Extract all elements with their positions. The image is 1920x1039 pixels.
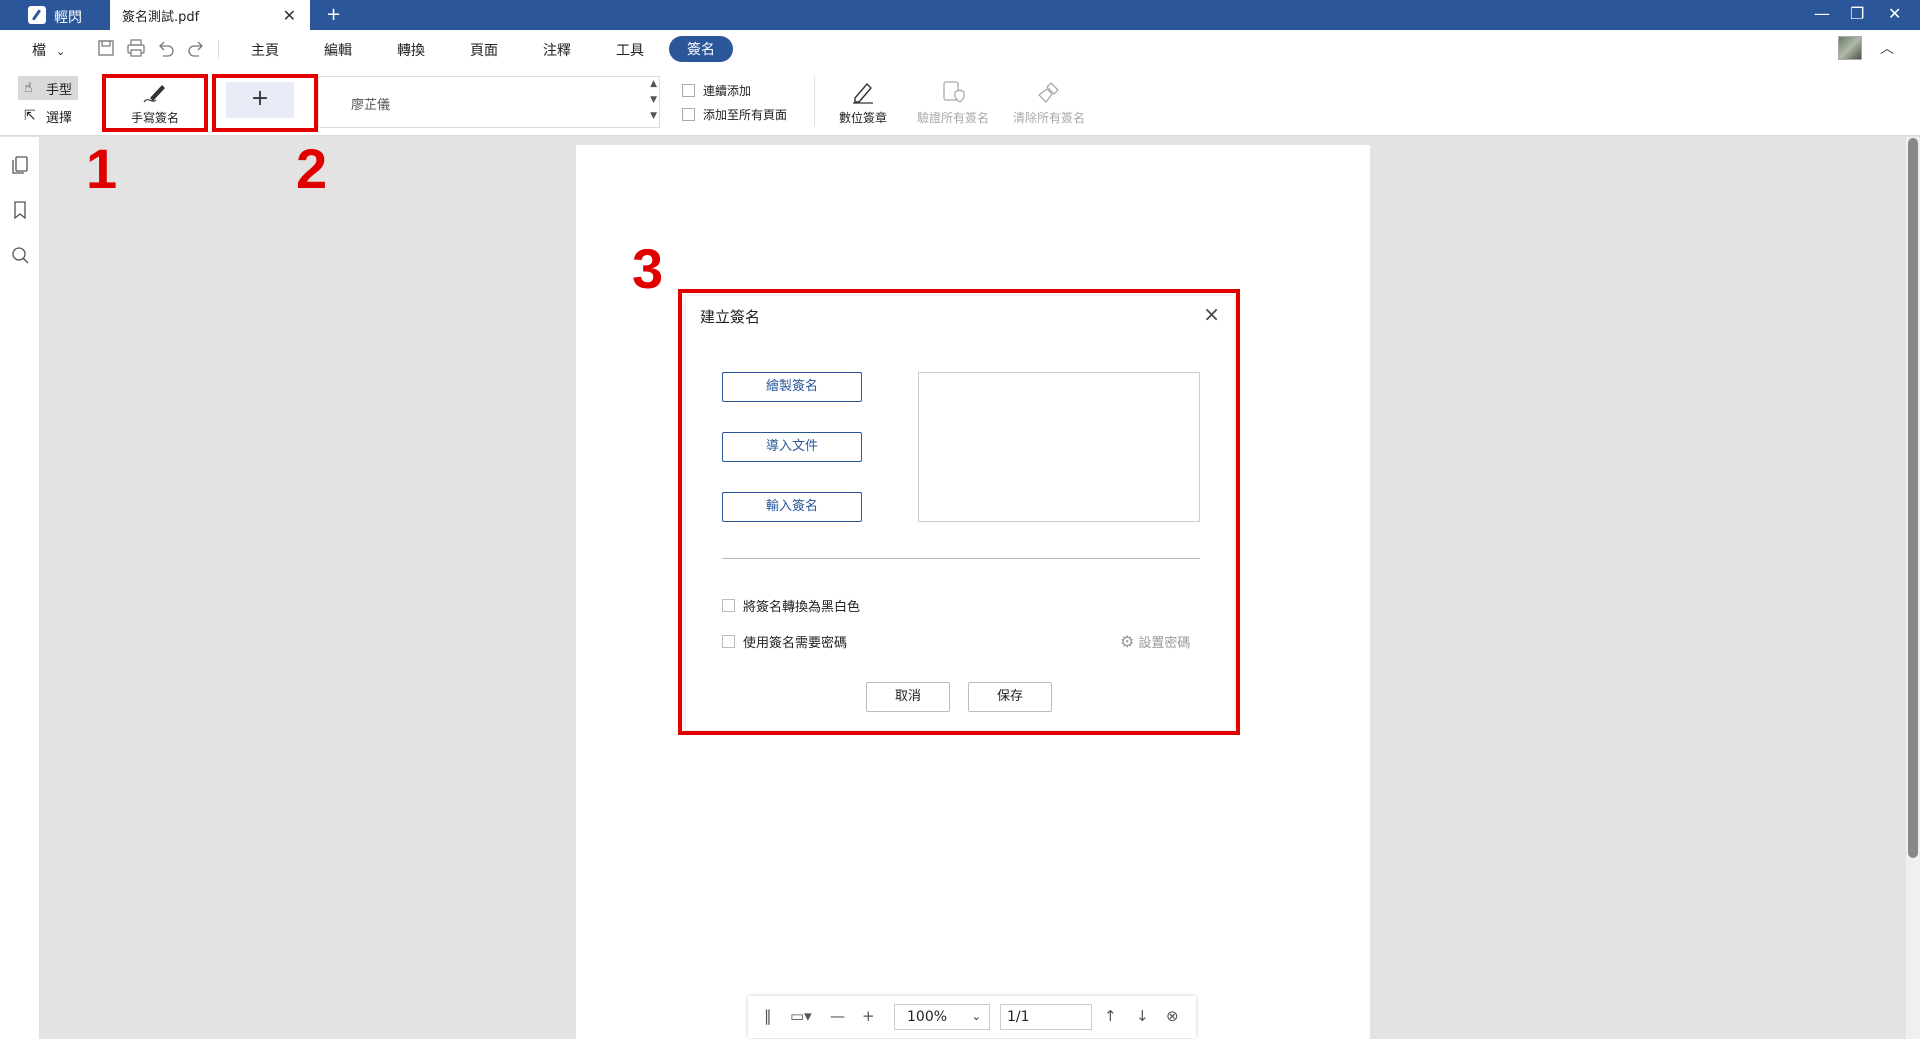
menu-separator [218,40,219,58]
close-window-button[interactable]: ✕ [1888,4,1901,23]
zoom-out-icon[interactable]: — [830,1007,845,1025]
title-bar: 輕閃 簽名測試.pdf ✕ + — ❐ ✕ [0,0,1920,30]
pencil-icon [853,82,873,104]
verify-all-signatures-label: 驗證所有簽名 [916,111,989,125]
minimize-button[interactable]: — [1814,4,1830,23]
annotation-number-2: 2 [296,137,328,200]
previous-page-icon[interactable]: ↑ [1104,1007,1117,1025]
expand-list-icon[interactable]: ▼ [650,111,657,121]
verify-shield-icon [943,81,965,103]
undo-icon[interactable] [156,38,176,58]
digital-stamp-label: 數位簽章 [838,111,887,125]
next-page-icon[interactable]: ↓ [1136,1007,1149,1025]
page-view-icon[interactable]: ▭▾ [790,1007,812,1025]
menu-comment[interactable]: 注釋 [543,40,571,60]
continuous-add-checkbox[interactable]: 連續添加 [682,82,751,99]
app-tab[interactable]: 輕閃 [0,0,110,30]
file-menu[interactable]: 檔 ⌄ [32,40,65,60]
saved-signature-list[interactable]: 廖芷儀 ▲ ▼ ▼ [318,76,660,128]
digital-stamp-button[interactable]: 數位簽章 [818,78,908,132]
menu-convert[interactable]: 轉換 [397,40,425,60]
search-icon[interactable] [10,245,30,265]
bottom-toolbar: ‖ ▭▾ — + 100% ⌄ 1/1 ↑ ↓ ⊗ [748,996,1196,1038]
hand-mode-button[interactable]: ☝ 手型 [18,76,79,100]
restore-button[interactable]: ❐ [1850,4,1864,23]
scroll-down-icon[interactable]: ▼ [650,95,657,105]
annotation-box-3 [678,289,1240,735]
avatar[interactable] [1838,36,1862,60]
checkbox-box[interactable] [682,108,695,121]
annotation-box-2 [212,74,318,132]
scrollbar-thumb[interactable] [1908,138,1918,858]
app-name: 輕閃 [54,10,82,26]
close-tab-icon[interactable]: ✕ [283,6,296,25]
menu-page[interactable]: 頁面 [470,40,498,60]
verify-all-signatures-button[interactable]: 驗證所有簽名 [908,78,998,132]
chevron-down-icon: ⌄ [56,45,66,58]
cursor-icon: ⇱ [24,108,36,124]
new-tab-button[interactable]: + [326,4,341,25]
select-mode-button[interactable]: ⇱ 選擇 [18,104,78,128]
scroll-up-icon[interactable]: ▲ [650,79,657,89]
chevron-down-icon: ⌄ [971,1010,981,1023]
two-page-view-icon[interactable]: ‖ [764,1007,772,1025]
document-tab[interactable]: 簽名測試.pdf ✕ [110,0,310,30]
saved-signature-item[interactable]: 廖芷儀 [351,94,390,113]
document-tab-label: 簽名測試.pdf [122,9,200,25]
annotation-number-1: 1 [86,137,118,200]
annotation-box-1 [102,74,208,132]
select-mode-label: 選擇 [46,110,73,126]
menu-sign[interactable]: 簽名 [669,36,733,62]
left-sidebar [0,137,40,1039]
menu-edit[interactable]: 編輯 [324,40,352,60]
annotation-number-3: 3 [632,237,664,300]
menu-home[interactable]: 主頁 [251,40,279,60]
add-to-all-pages-checkbox[interactable]: 添加至所有頁面 [682,106,787,123]
bookmark-icon[interactable] [10,200,30,220]
hand-icon: ☝ [24,80,33,96]
page-number-input[interactable]: 1/1 [1000,1004,1092,1030]
print-icon[interactable] [126,38,146,58]
app-logo-icon [28,6,46,24]
menu-tools[interactable]: 工具 [616,40,644,60]
chevron-up-icon[interactable]: ︿ [1880,38,1894,58]
zoom-select[interactable]: 100% ⌄ [894,1004,990,1030]
add-to-all-pages-label: 添加至所有頁面 [703,108,788,122]
save-icon[interactable] [96,38,116,58]
file-menu-label: 檔 [32,43,46,59]
redo-icon[interactable] [186,38,206,58]
clear-all-signatures-label: 清除所有簽名 [1012,111,1085,125]
close-toolbar-icon[interactable]: ⊗ [1166,1007,1179,1025]
clear-all-signatures-button[interactable]: 清除所有簽名 [1004,78,1094,132]
menu-bar: 檔 ⌄ 主頁 編輯 轉換 頁面 注釋 工具 簽名 ︿ [0,30,1920,68]
continuous-add-label: 連續添加 [703,84,752,98]
ribbon-separator [814,76,815,126]
thumbnails-icon[interactable] [10,155,30,175]
zoom-value: 100% [907,1009,948,1025]
zoom-in-icon[interactable]: + [862,1007,875,1025]
checkbox-box[interactable] [682,84,695,97]
hand-mode-label: 手型 [46,82,73,98]
brush-icon [1038,82,1059,103]
